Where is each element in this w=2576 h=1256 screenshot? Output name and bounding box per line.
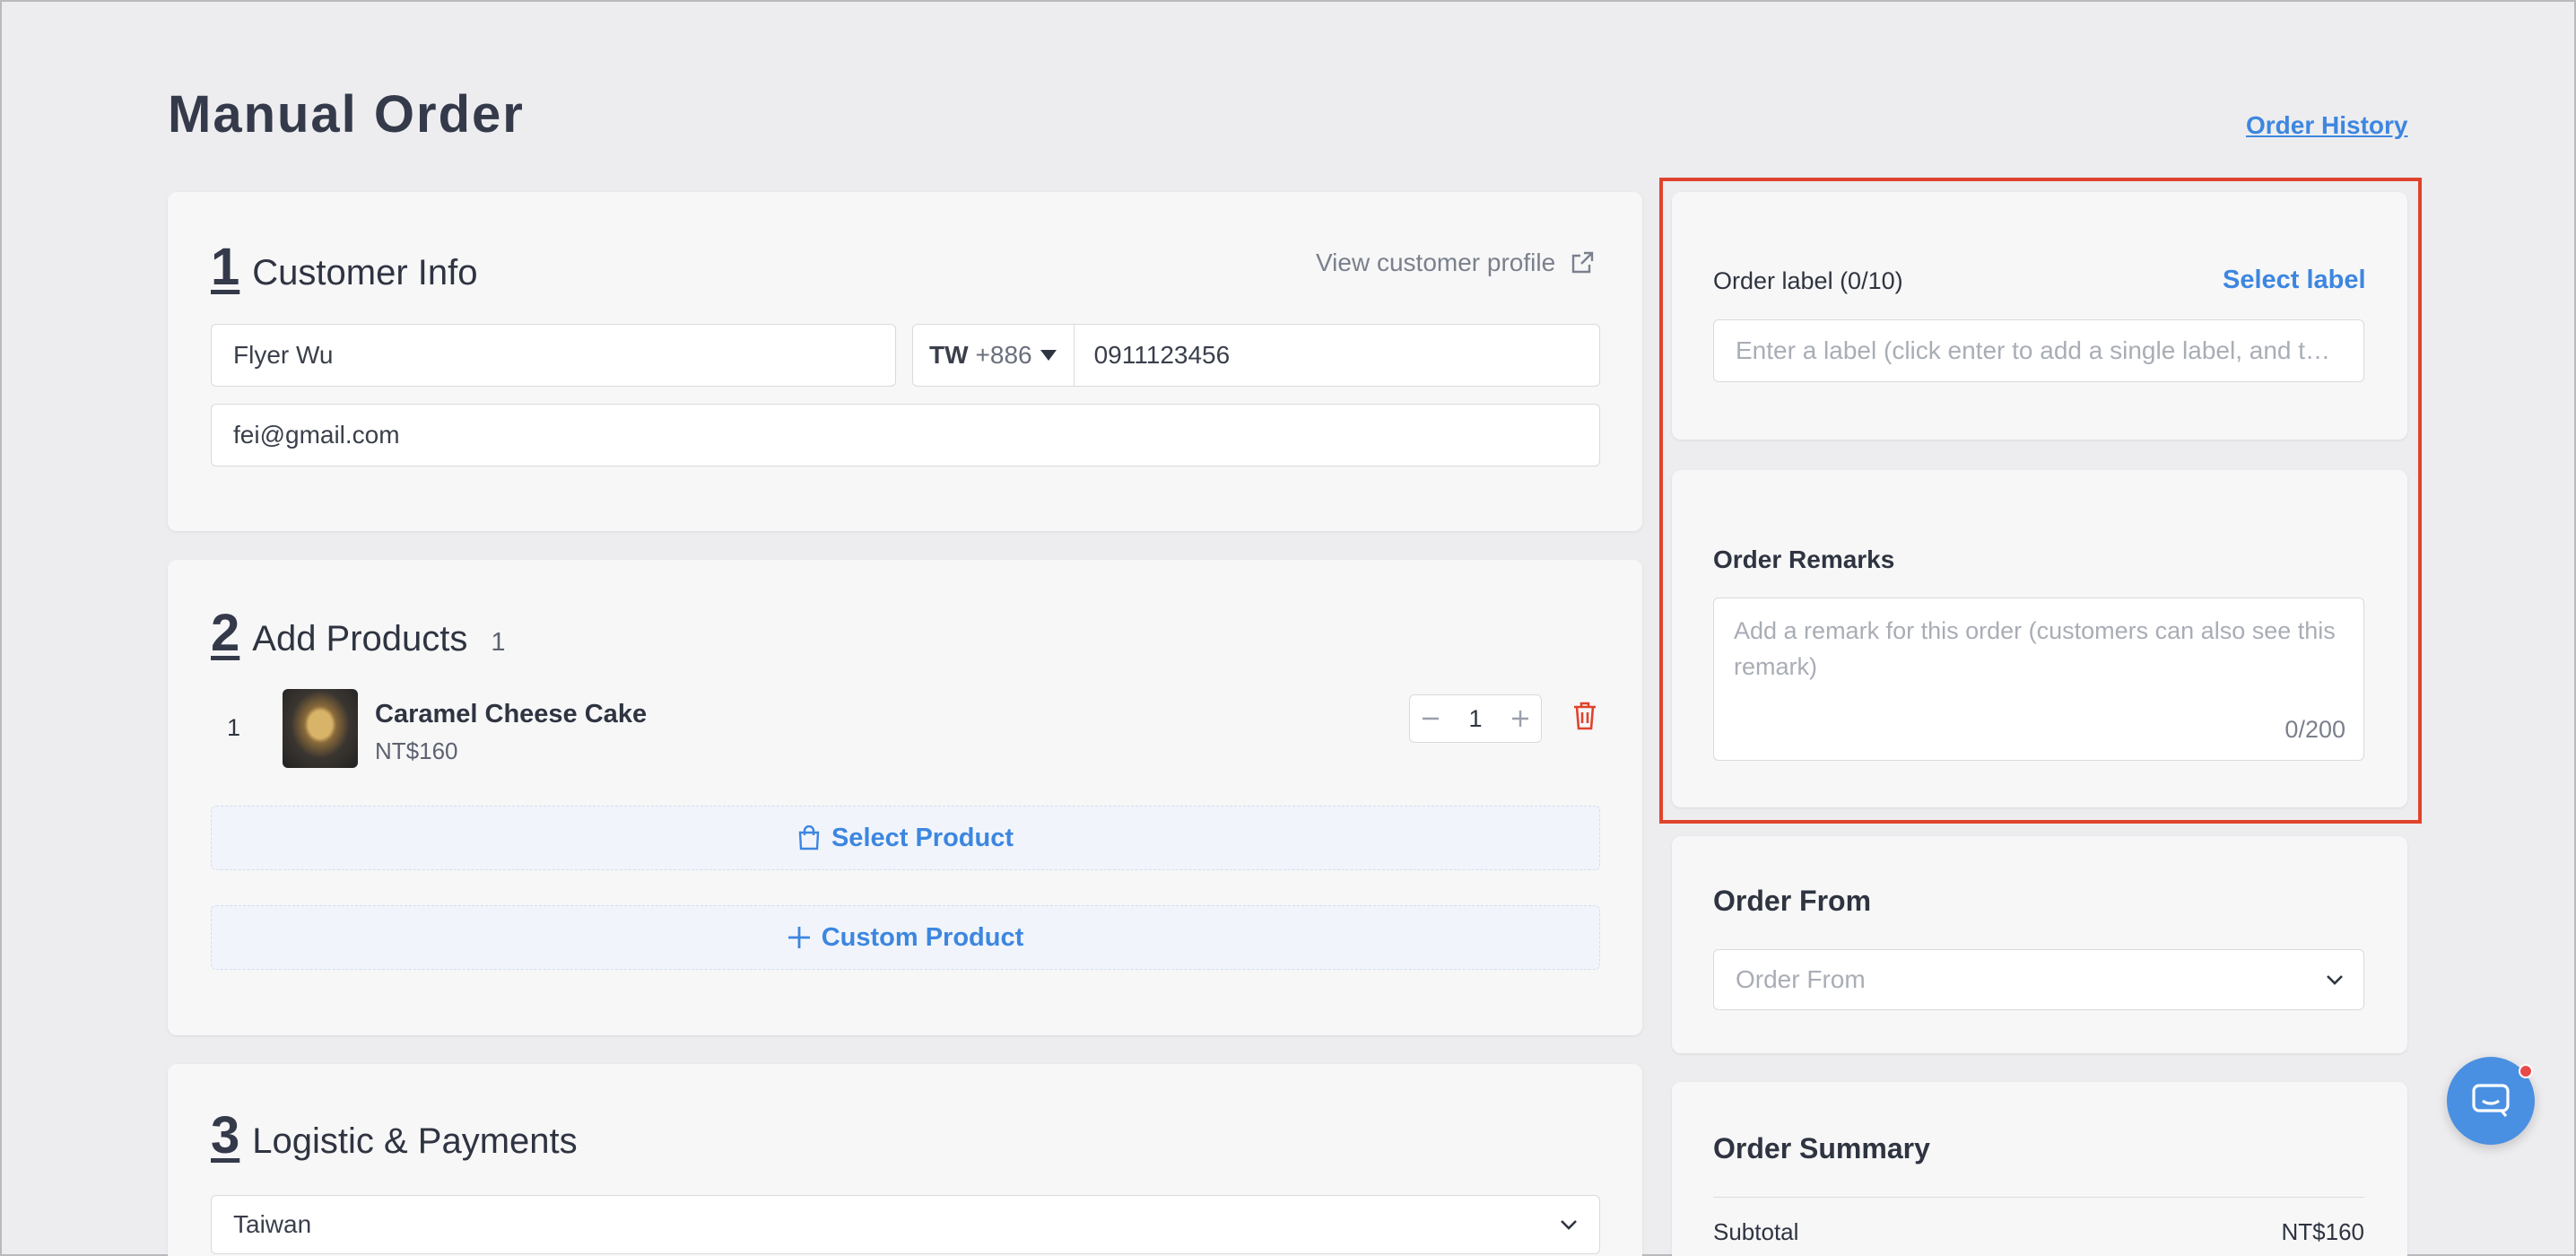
- order-from-card: Order From Order From: [1672, 836, 2407, 1053]
- increment-icon[interactable]: [1510, 709, 1530, 728]
- quantity-value[interactable]: 1: [1468, 705, 1482, 733]
- section-number: 3: [211, 1106, 240, 1164]
- product-index: 1: [227, 714, 241, 741]
- customer-name-input[interactable]: Flyer Wu: [211, 324, 896, 387]
- product-row: 1 Caramel Cheese Cake NT$160 1: [211, 687, 1600, 768]
- order-summary-card: Order Summary Subtotal NT$160: [1672, 1082, 2407, 1256]
- country-code: TW: [929, 341, 969, 369]
- dial-code: +886: [975, 341, 1032, 369]
- email-input[interactable]: fei@gmail.com: [211, 404, 1600, 467]
- product-thumbnail: [283, 689, 358, 768]
- plus-icon: [788, 926, 811, 949]
- remarks-counter: 0/200: [2284, 716, 2345, 743]
- order-label-input[interactable]: Enter a label (click enter to add a sing…: [1713, 319, 2364, 382]
- section-number: 2: [211, 604, 240, 662]
- add-products-card: 2 Add Products 1 1 Caramel Cheese Cake N…: [168, 560, 1642, 1035]
- product-price: NT$160: [375, 737, 458, 764]
- country-select[interactable]: Taiwan: [211, 1195, 1600, 1254]
- logistics-card: 3 Logistic & Payments Taiwan: [168, 1064, 1642, 1256]
- remarks-placeholder: Add a remark for this order (customers c…: [1734, 617, 2336, 680]
- order-history-link[interactable]: Order History: [2246, 111, 2408, 140]
- notification-dot: [2519, 1064, 2533, 1078]
- trash-icon[interactable]: [1572, 702, 1597, 730]
- view-profile-link[interactable]: View customer profile: [1316, 249, 1595, 277]
- select-product-label: Select Product: [831, 823, 1014, 852]
- caret-down-icon: [1040, 349, 1057, 362]
- subtotal-label: Subtotal: [1713, 1218, 1799, 1245]
- chevron-down-icon: [1560, 1219, 1578, 1230]
- custom-product-button[interactable]: Custom Product: [211, 905, 1600, 970]
- external-link-icon: [1570, 250, 1595, 275]
- order-label-card: Order label (0/10) Select label Enter a …: [1672, 192, 2407, 440]
- phone-field: TW +886 0911123456: [912, 324, 1600, 387]
- order-from-placeholder: Order From: [1736, 965, 1866, 993]
- order-summary-title: Order Summary: [1713, 1132, 1930, 1164]
- page-title: Manual Order: [168, 85, 525, 144]
- subtotal-value: NT$160: [2281, 1218, 2365, 1245]
- chevron-down-icon: [2326, 974, 2344, 985]
- view-profile-label: View customer profile: [1316, 249, 1556, 276]
- order-from-select[interactable]: Order From: [1713, 949, 2364, 1010]
- country-value: Taiwan: [233, 1210, 312, 1238]
- section-number: 1: [211, 238, 240, 296]
- divider: [1713, 1197, 2364, 1198]
- order-from-title: Order From: [1713, 885, 1872, 917]
- order-remarks-card: Order Remarks Add a remark for this orde…: [1672, 470, 2407, 807]
- order-remarks-title: Order Remarks: [1713, 545, 1895, 573]
- custom-product-label: Custom Product: [821, 922, 1024, 952]
- product-name: Caramel Cheese Cake: [375, 700, 648, 728]
- select-label-link[interactable]: Select label: [2223, 266, 2366, 295]
- customer-info-card: 1 Customer Info View customer profile Fl…: [168, 192, 1642, 531]
- chat-widget-button[interactable]: [2447, 1057, 2535, 1145]
- chat-icon: [2471, 1083, 2511, 1119]
- section-title: Customer Info: [252, 253, 478, 292]
- phone-input[interactable]: 0911123456: [1075, 341, 1231, 370]
- product-count: 1: [491, 628, 506, 657]
- country-code-select[interactable]: TW +886: [913, 325, 1075, 386]
- section-title: Add Products: [252, 619, 468, 659]
- decrement-icon[interactable]: [1421, 709, 1440, 728]
- quantity-stepper[interactable]: 1: [1409, 694, 1542, 743]
- section-title: Logistic & Payments: [252, 1121, 578, 1161]
- select-product-button[interactable]: Select Product: [211, 806, 1600, 870]
- order-label-title: Order label (0/10): [1713, 267, 1903, 294]
- shopping-bag-icon: [797, 825, 821, 850]
- order-remarks-textarea[interactable]: Add a remark for this order (customers c…: [1713, 597, 2364, 761]
